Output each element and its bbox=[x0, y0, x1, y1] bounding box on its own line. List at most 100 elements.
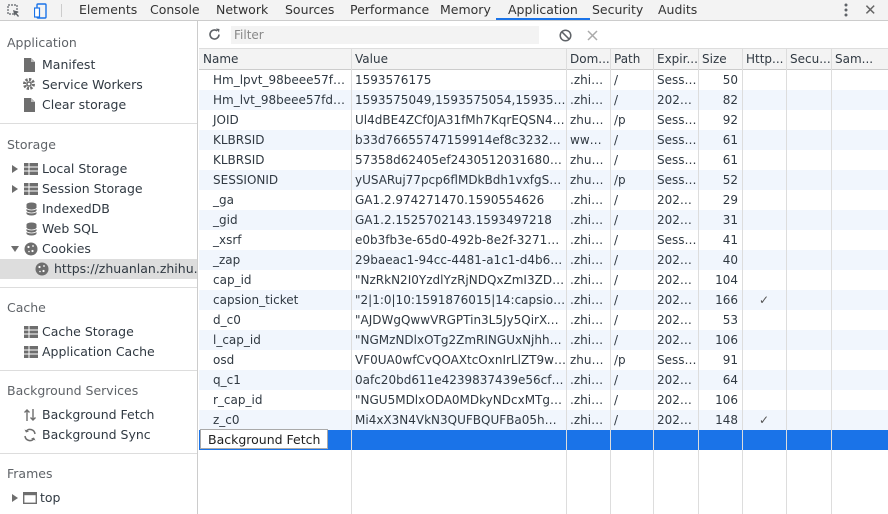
sidebar-item-label: Session Storage bbox=[42, 181, 143, 196]
column-header-samesite[interactable]: Sam... bbox=[831, 49, 888, 70]
column-divider[interactable] bbox=[653, 49, 654, 514]
sidebar-item-indexeddb[interactable]: IndexedDB bbox=[8, 199, 192, 219]
column-divider[interactable] bbox=[742, 49, 743, 514]
collapse-arrow-icon[interactable] bbox=[11, 246, 19, 252]
table-row[interactable]: _xsrf e0b3fb3e-65d0-492b-8e2f-3271741....… bbox=[199, 230, 888, 250]
column-divider[interactable] bbox=[831, 49, 832, 514]
tab-elements[interactable]: Elements bbox=[67, 0, 149, 20]
sidebar-item-label: Cookies bbox=[42, 241, 91, 256]
cell-expires: 2022... bbox=[657, 253, 698, 267]
filter-input[interactable] bbox=[231, 26, 539, 44]
section-divider bbox=[0, 123, 197, 124]
cell-value: 1593576175 bbox=[355, 73, 432, 87]
database-icon bbox=[26, 202, 37, 216]
sidebar-item-background-fetch[interactable]: Background Fetch bbox=[22, 405, 192, 425]
column-header-name[interactable]: Name bbox=[199, 49, 351, 70]
sidebar-item-local-storage[interactable]: Local Storage bbox=[8, 159, 192, 179]
sidebar-item-service-workers[interactable]: Service Workers bbox=[22, 75, 192, 95]
refresh-icon[interactable] bbox=[208, 28, 221, 41]
cell-name: q_c1 bbox=[213, 373, 241, 387]
sidebar-item-clear-storage[interactable]: Clear storage bbox=[22, 95, 192, 115]
table-row[interactable]: SESSIONID yUSARuj77pcp6flMDkBdh1vxfgSdbX.… bbox=[199, 170, 888, 190]
expand-arrow-icon[interactable] bbox=[12, 185, 18, 193]
device-toolbar-icon[interactable] bbox=[33, 0, 52, 21]
table-row[interactable]: _ga GA1.2.974271470.1590554626 .zhih... / 20… bbox=[199, 190, 888, 210]
table-row[interactable]: capsion_ticket "2|1:0|10:1591876015|14:ca… bbox=[199, 290, 888, 310]
column-divider[interactable] bbox=[610, 49, 611, 514]
sidebar-item-frame-top[interactable]: top bbox=[8, 488, 192, 508]
cell-expires: 2021... bbox=[657, 93, 698, 107]
table-row[interactable]: Hm_lvt_98beee57fd2ef... 1593575049,159357… bbox=[199, 90, 888, 110]
cell-expires: 2023... bbox=[657, 313, 698, 327]
cell-expires: 2020... bbox=[657, 413, 698, 427]
table-row[interactable]: _gid GA1.2.1525702143.1593497218 .zhih... /… bbox=[199, 210, 888, 230]
table-row[interactable]: _zap 29baeac1-94cc-4481-a1c1-d4b6e7cb....… bbox=[199, 250, 888, 270]
table-row[interactable]: Hm_lpvt_98beee57fd2e... 1593576175 .zhih..… bbox=[199, 70, 888, 90]
cell-secure bbox=[786, 350, 831, 370]
table-row[interactable]: KLBRSID b33d76655747159914ef8c32323d16f..… bbox=[199, 130, 888, 150]
tab-console[interactable]: Console bbox=[138, 0, 212, 20]
tab-application[interactable]: Application bbox=[496, 0, 590, 20]
table-row[interactable]: osd VF0UA0wfCvQOAXtcOxnIrLlZT9wtPy... zhua… bbox=[199, 350, 888, 370]
delete-selected-icon[interactable] bbox=[587, 30, 598, 41]
column-header-size[interactable]: Size bbox=[698, 49, 742, 70]
cell-domain: .zhih... bbox=[570, 313, 610, 327]
cell-domain: .zhih... bbox=[570, 393, 610, 407]
column-header-value[interactable]: Value bbox=[351, 49, 566, 70]
sidebar-item-web-sql[interactable]: Web SQL bbox=[8, 219, 192, 239]
sidebar-item-cache-storage[interactable]: Cache Storage bbox=[22, 322, 192, 342]
cell-secure bbox=[786, 110, 831, 130]
column-header-path[interactable]: Path bbox=[610, 49, 653, 70]
table-row[interactable]: JOID Ul4dBE4ZCf0JA31fMh7KqrEQSN4rPC... zhu… bbox=[199, 110, 888, 130]
sidebar-item-background-sync[interactable]: Background Sync bbox=[22, 425, 192, 445]
tab-audits[interactable]: Audits bbox=[646, 0, 709, 20]
cell-httponly bbox=[742, 130, 786, 150]
expand-arrow-icon[interactable] bbox=[12, 494, 18, 502]
tab-network[interactable]: Network bbox=[204, 0, 280, 20]
column-divider[interactable] bbox=[351, 49, 352, 514]
sidebar-item-cookies[interactable]: Cookies bbox=[8, 239, 192, 259]
more-options-icon[interactable] bbox=[840, 2, 852, 18]
column-header-secure[interactable]: Secu... bbox=[786, 49, 831, 70]
cell-size: 31 bbox=[722, 213, 738, 227]
sidebar-item-application-cache[interactable]: Application Cache bbox=[22, 342, 192, 362]
table-row[interactable]: KLBRSID 57358d62405ef24305120316801fd92..… bbox=[199, 150, 888, 170]
tab-performance[interactable]: Performance bbox=[338, 0, 441, 20]
sidebar-item-label: Background Sync bbox=[42, 427, 151, 442]
cell-expires: 2020... bbox=[657, 393, 698, 407]
table-row[interactable]: cap_id "NzRkN2I0YzdlYzRjNDQxZmI3ZDdjN....… bbox=[199, 270, 888, 290]
column-divider[interactable] bbox=[566, 49, 567, 514]
sidebar-item-label: Local Storage bbox=[42, 161, 128, 176]
cell-secure bbox=[786, 150, 831, 170]
column-divider[interactable] bbox=[698, 49, 699, 514]
tab-sources[interactable]: Sources bbox=[273, 0, 346, 20]
cell-name: _xsrf bbox=[213, 233, 242, 247]
clear-all-icon[interactable] bbox=[559, 29, 572, 42]
sidebar-item-cookie-origin[interactable]: https://zhuanlan.zhihu.com bbox=[0, 259, 197, 279]
table-row[interactable]: l_cap_id "NGMzNDlxOTg2ZmRINGUxNjhhMz... .z… bbox=[199, 330, 888, 350]
cell-size: 50 bbox=[722, 73, 738, 87]
cell-httponly bbox=[742, 150, 786, 170]
cell-secure bbox=[786, 390, 831, 410]
column-header-httponly[interactable]: Http... bbox=[742, 49, 786, 70]
expand-arrow-icon[interactable] bbox=[12, 165, 18, 173]
sidebar-item-manifest[interactable]: Manifest bbox=[22, 55, 192, 75]
table-row[interactable]: r_cap_id "NGU5MDlxODA0MDkyNDcxMTg0M... .zh… bbox=[199, 390, 888, 410]
table-row[interactable]: d_c0 "AJDWgQwwVRGPTin3L5Jy5QirXeITT... .zh… bbox=[199, 310, 888, 330]
cell-name: KLBRSID bbox=[213, 153, 265, 167]
cell-value: 29baeac1-94cc-4481-a1c1-d4b6e7cb... bbox=[355, 253, 566, 267]
tab-memory[interactable]: Memory bbox=[428, 0, 503, 20]
close-icon[interactable]: ✕ bbox=[864, 1, 877, 19]
table-row[interactable]: z_c0 Mi4xX3N4VkN3QUFBQUFBa05hQkR... .zhih.… bbox=[199, 410, 888, 430]
cell-name: l_cap_id bbox=[213, 333, 261, 347]
table-row[interactable]: q_c1 0afc20bd611e4239837439e56cf7abc... .z… bbox=[199, 370, 888, 390]
inspect-element-icon[interactable] bbox=[7, 0, 25, 21]
cookie-icon bbox=[24, 242, 38, 256]
column-header-expires[interactable]: Expir... bbox=[653, 49, 698, 70]
column-divider[interactable] bbox=[786, 49, 787, 514]
sidebar-item-session-storage[interactable]: Session Storage bbox=[8, 179, 192, 199]
column-header-domain[interactable]: Dom... bbox=[566, 49, 610, 70]
tab-security[interactable]: Security bbox=[580, 0, 655, 20]
cell-samesite bbox=[831, 70, 888, 90]
cell-expires: Sessi... bbox=[657, 173, 698, 187]
